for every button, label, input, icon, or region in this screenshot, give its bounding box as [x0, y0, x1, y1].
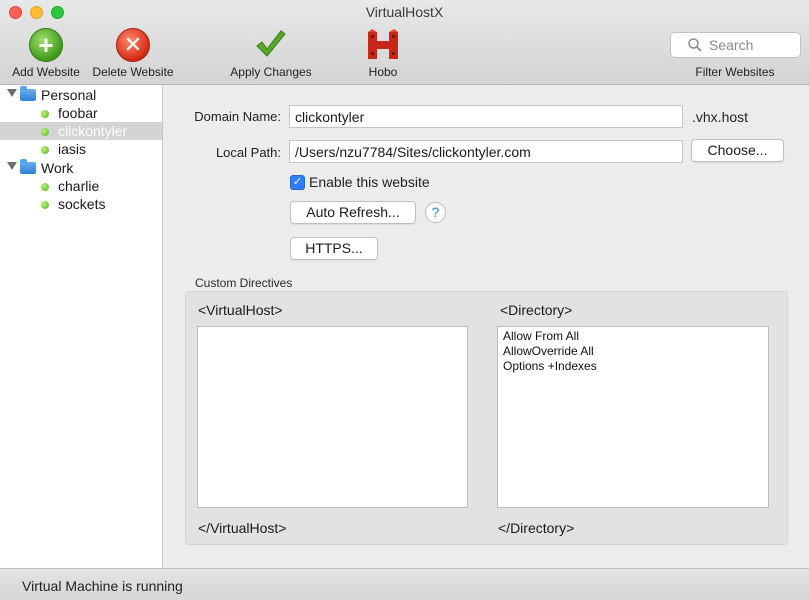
folder-icon — [20, 159, 36, 174]
folder-icon — [20, 86, 36, 101]
auto-refresh-button[interactable]: Auto Refresh... — [290, 201, 416, 224]
x-circle-icon: ✕ — [116, 28, 150, 62]
status-dot-icon — [41, 201, 49, 209]
local-path-input[interactable] — [289, 140, 683, 163]
sidebar-item-charlie[interactable]: charlie — [0, 177, 162, 195]
sidebar-item-clickontyler[interactable]: clickontyler — [0, 122, 162, 140]
directory-open-label: <Directory> — [500, 302, 573, 318]
status-dot-icon — [41, 146, 49, 154]
directory-directives-textarea[interactable]: Allow From All AllowOverride All Options… — [497, 326, 769, 508]
sidebar-group-work[interactable]: Work — [0, 159, 163, 177]
search-field[interactable] — [670, 32, 801, 58]
hobo-button[interactable]: Hobo — [353, 28, 413, 80]
choose-button[interactable]: Choose... — [691, 139, 784, 162]
hobo-label: Hobo — [368, 65, 398, 79]
https-button[interactable]: HTTPS... — [290, 237, 378, 260]
disclosure-triangle-icon[interactable] — [7, 89, 17, 97]
site-label: foobar — [58, 105, 98, 121]
sidebar: Personal foobar clickontyler iasis Work … — [0, 85, 163, 568]
domain-suffix: .vhx.host — [692, 109, 749, 125]
delete-website-button[interactable]: ✕ Delete Website — [89, 28, 177, 80]
sidebar-item-iasis[interactable]: iasis — [0, 140, 162, 158]
status-dot-icon — [41, 110, 49, 118]
search-input[interactable] — [709, 36, 797, 54]
local-path-label: Local Path: — [215, 145, 281, 160]
site-label: clickontyler — [58, 123, 128, 139]
domain-name-input[interactable] — [289, 105, 683, 128]
hobo-icon — [368, 29, 398, 59]
site-label: charlie — [58, 178, 100, 194]
status-dot-icon — [41, 183, 49, 191]
add-website-button[interactable]: + Add Website — [8, 28, 84, 80]
status-dot-icon — [41, 128, 49, 136]
delete-website-label: Delete Website — [92, 65, 174, 79]
custom-directives-title: Custom Directives — [195, 276, 293, 290]
sidebar-item-foobar[interactable]: foobar — [0, 104, 162, 122]
apply-changes-label: Apply Changes — [230, 65, 312, 79]
filter-websites-label: Filter Websites — [695, 65, 775, 79]
enable-website-checkbox[interactable]: ✓ — [290, 175, 305, 190]
custom-directives-panel: <VirtualHost> </VirtualHost> <Directory>… — [185, 291, 788, 545]
window-title: VirtualHostX — [365, 4, 444, 20]
plus-circle-icon: + — [29, 28, 63, 62]
virtualhost-directives-textarea[interactable] — [197, 326, 468, 508]
apply-changes-button[interactable]: Apply Changes — [226, 28, 316, 80]
status-bar: Virtual Machine is running — [0, 568, 809, 600]
toolbar: VirtualHostX + Add Website ✕ Delete Webs… — [0, 0, 809, 85]
add-website-label: Add Website — [12, 65, 80, 79]
magnifier-icon — [688, 38, 702, 52]
status-text: Virtual Machine is running — [22, 578, 183, 594]
sidebar-group-personal[interactable]: Personal — [0, 86, 163, 104]
group-label: Work — [41, 160, 74, 176]
directory-close-label: </Directory> — [498, 520, 575, 536]
app-window: VirtualHostX + Add Website ✕ Delete Webs… — [0, 0, 809, 600]
sidebar-item-sockets[interactable]: sockets — [0, 195, 162, 213]
checkmark-icon — [256, 30, 286, 57]
virtualhost-close-label: </VirtualHost> — [198, 520, 287, 536]
help-button[interactable]: ? — [425, 202, 446, 223]
enable-website-label: Enable this website — [309, 174, 430, 190]
domain-name-label: Domain Name: — [194, 109, 281, 124]
group-label: Personal — [41, 87, 97, 103]
site-label: sockets — [58, 196, 106, 212]
virtualhost-open-label: <VirtualHost> — [198, 302, 283, 318]
site-label: iasis — [58, 141, 87, 157]
disclosure-triangle-icon[interactable] — [7, 162, 17, 170]
